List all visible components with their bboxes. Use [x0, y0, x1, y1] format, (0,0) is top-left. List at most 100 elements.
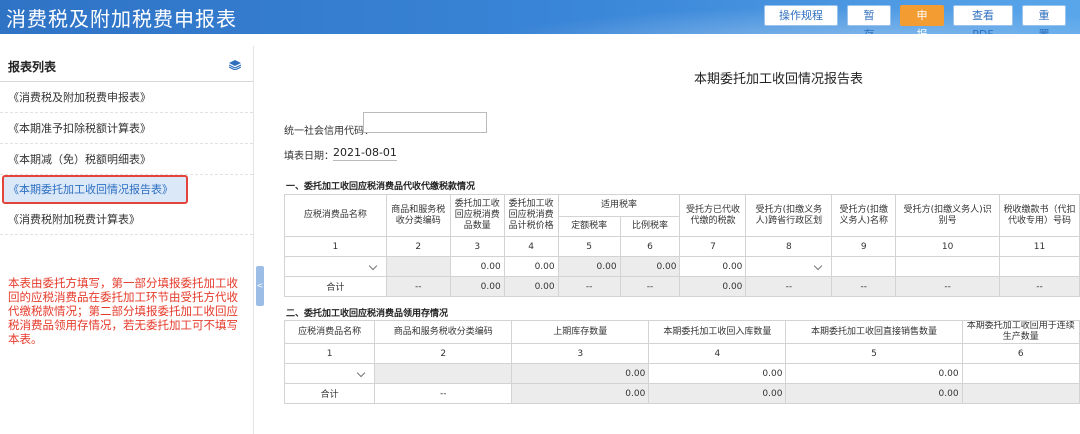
- fill-date-value[interactable]: 2021-08-01: [333, 146, 397, 161]
- reset-button[interactable]: 重置: [1022, 5, 1066, 34]
- total-cell: --: [557, 276, 621, 297]
- agent-name-input[interactable]: [831, 256, 897, 277]
- table-row-total: 合计 -- 0.00 0.00 -- -- 0.00 -- -- -- --: [284, 276, 1080, 297]
- section2-table: 应税消费品名称 商品和服务税收分类编码 上期库存数量 本期委托加工收回入库数量 …: [283, 320, 1080, 404]
- withheld-tax-input[interactable]: 0.00: [679, 256, 747, 277]
- total-cell: 0.00: [503, 276, 559, 297]
- credit-code-label: 统一社会信用代码：: [284, 126, 374, 137]
- col-header: 上期库存数量: [511, 320, 650, 344]
- col-header: 委托加工收回应税消费品数量: [449, 194, 505, 237]
- report-panel: 本期委托加工收回情况报告表 统一社会信用代码： 填表日期： 2021-08-01…: [266, 46, 1080, 434]
- receipt-number-input[interactable]: [999, 256, 1080, 277]
- total-cell: 0.00: [679, 276, 747, 297]
- sidebar-item-deduction-calc[interactable]: 《本期准予扣除税额计算表》: [0, 113, 253, 144]
- col-number: 3: [449, 236, 505, 257]
- quantity-input[interactable]: 0.00: [449, 256, 505, 277]
- table-row: 0.00 0.00 0.00: [283, 363, 1080, 384]
- collapse-sidebar-handle[interactable]: <: [256, 266, 264, 306]
- app-title: 消费税及附加税费申报表: [6, 7, 237, 31]
- view-pdf-button[interactable]: 查看PDF: [953, 5, 1013, 34]
- section2-label: 二、委托加工收回应税消费品领用存情况: [286, 309, 449, 319]
- total-cell: --: [385, 276, 451, 297]
- submit-button[interactable]: 申报: [900, 5, 944, 34]
- production-qty-input[interactable]: [961, 363, 1080, 384]
- total-cell: --: [999, 276, 1080, 297]
- inbound-qty-input[interactable]: 0.00: [648, 363, 787, 384]
- total-cell: 0.00: [449, 276, 505, 297]
- sidebar-item-main-return[interactable]: 《消费税及附加税费申报表》: [0, 82, 253, 113]
- tax-code-cell: [385, 256, 451, 277]
- product-name-select[interactable]: [283, 363, 376, 384]
- total-cell: --: [745, 276, 833, 297]
- taxable-price-input[interactable]: 0.00: [503, 256, 559, 277]
- col-header: 受托方(扣缴义务人)名称: [831, 194, 897, 237]
- col-header: 委托加工收回应税消费品计税价格: [503, 194, 559, 237]
- section1-table: 应税消费品名称 商品和服务税收分类编码 委托加工收回应税消费品数量 委托加工收回…: [284, 194, 1080, 297]
- total-cell: 0.00: [511, 383, 650, 404]
- instruction-note: 本表由委托方填写，第一部分填报委托加工收回的应税消费品在委托加工环节由受托方代收…: [8, 276, 238, 346]
- chevron-down-icon: [368, 261, 378, 270]
- col-number: 2: [385, 236, 451, 257]
- col-number: 2: [374, 343, 513, 364]
- col-header: 应税消费品名称: [284, 194, 387, 237]
- col-number: 4: [503, 236, 559, 257]
- sidebar-header: 报表列表: [0, 46, 253, 82]
- guide-button[interactable]: 操作规程: [764, 5, 838, 26]
- col-number: 1: [283, 343, 376, 364]
- total-cell: --: [619, 276, 681, 297]
- col-number: 5: [785, 343, 963, 364]
- section1-label: 一、委托加工收回应税消费品代收代缴税款情况: [286, 182, 476, 192]
- total-cell: --: [895, 276, 1001, 297]
- fixed-rate-cell: 0.00: [557, 256, 621, 277]
- col-header: 受托方已代收代缴的税款: [679, 194, 747, 237]
- col-number: 8: [745, 236, 833, 257]
- layers-icon[interactable]: [229, 60, 241, 70]
- col-header: 税收缴款书（代扣代收专用）号码: [999, 194, 1080, 237]
- save-draft-button[interactable]: 暂存: [847, 5, 891, 34]
- col-header: 应税消费品名称: [283, 320, 376, 344]
- col-number: 7: [679, 236, 747, 257]
- col-number: 4: [648, 343, 787, 364]
- toolbar: 操作规程 暂存 申报 查看PDF 重置: [764, 5, 1066, 34]
- table-row: 0.00 0.00 0.00 0.00 0.00: [284, 256, 1080, 277]
- sidebar-item-processing-report[interactable]: 《本期委托加工收回情况报告表》: [2, 175, 188, 204]
- col-header: 受托方(扣缴义务人)跨省行政区划: [745, 194, 833, 237]
- total-label: 合计: [284, 276, 387, 297]
- region-select[interactable]: [745, 256, 833, 277]
- sidebar-item-surcharge-calc[interactable]: 《消费税附加税费计算表》: [0, 204, 253, 235]
- col-header: 本期委托加工收回直接销售数量: [785, 320, 963, 344]
- total-cell: --: [374, 383, 513, 404]
- total-cell: --: [831, 276, 897, 297]
- col-header: 本期委托加工收回用于连续生产数量: [961, 320, 1080, 344]
- credit-code-input[interactable]: [363, 112, 487, 133]
- sidebar-item-exemption-detail[interactable]: 《本期减（免）税额明细表》: [0, 144, 253, 175]
- chevron-down-icon: [357, 368, 366, 377]
- col-number: 6: [961, 343, 1080, 364]
- direct-sale-qty-input[interactable]: 0.00: [785, 363, 963, 384]
- tax-code-cell: [374, 363, 513, 384]
- total-cell: 0.00: [648, 383, 787, 404]
- col-header: 比例税率: [619, 216, 681, 237]
- total-cell: [961, 383, 1080, 404]
- col-header: 受托方(扣缴义务人)识别号: [895, 194, 1001, 237]
- agent-id-input[interactable]: [895, 256, 1001, 277]
- total-label: 合计: [283, 383, 376, 404]
- product-name-select[interactable]: [284, 256, 387, 277]
- chevron-down-icon: [814, 261, 823, 270]
- col-number: 3: [511, 343, 650, 364]
- col-header: 本期委托加工收回入库数量: [648, 320, 787, 344]
- col-number: 11: [999, 236, 1080, 257]
- prior-stock-cell: 0.00: [511, 363, 650, 384]
- col-header-group: 适用税率: [557, 194, 681, 217]
- col-number: 5: [557, 236, 621, 257]
- sidebar: 报表列表 《消费税及附加税费申报表》 《本期准予扣除税额计算表》 《本期减（免）…: [0, 46, 254, 434]
- app-header: 消费税及附加税费申报表 操作规程 暂存 申报 查看PDF 重置: [0, 0, 1080, 34]
- col-number: 9: [831, 236, 897, 257]
- sidebar-title: 报表列表: [8, 60, 57, 74]
- col-number: 6: [619, 236, 681, 257]
- table-row-total: 合计 -- 0.00 0.00 0.00: [283, 383, 1080, 404]
- ad-valorem-rate-cell: 0.00: [619, 256, 681, 277]
- col-number: 1: [284, 236, 387, 257]
- fill-date-label: 填表日期：: [284, 151, 334, 162]
- report-title: 本期委托加工收回情况报告表: [694, 72, 864, 87]
